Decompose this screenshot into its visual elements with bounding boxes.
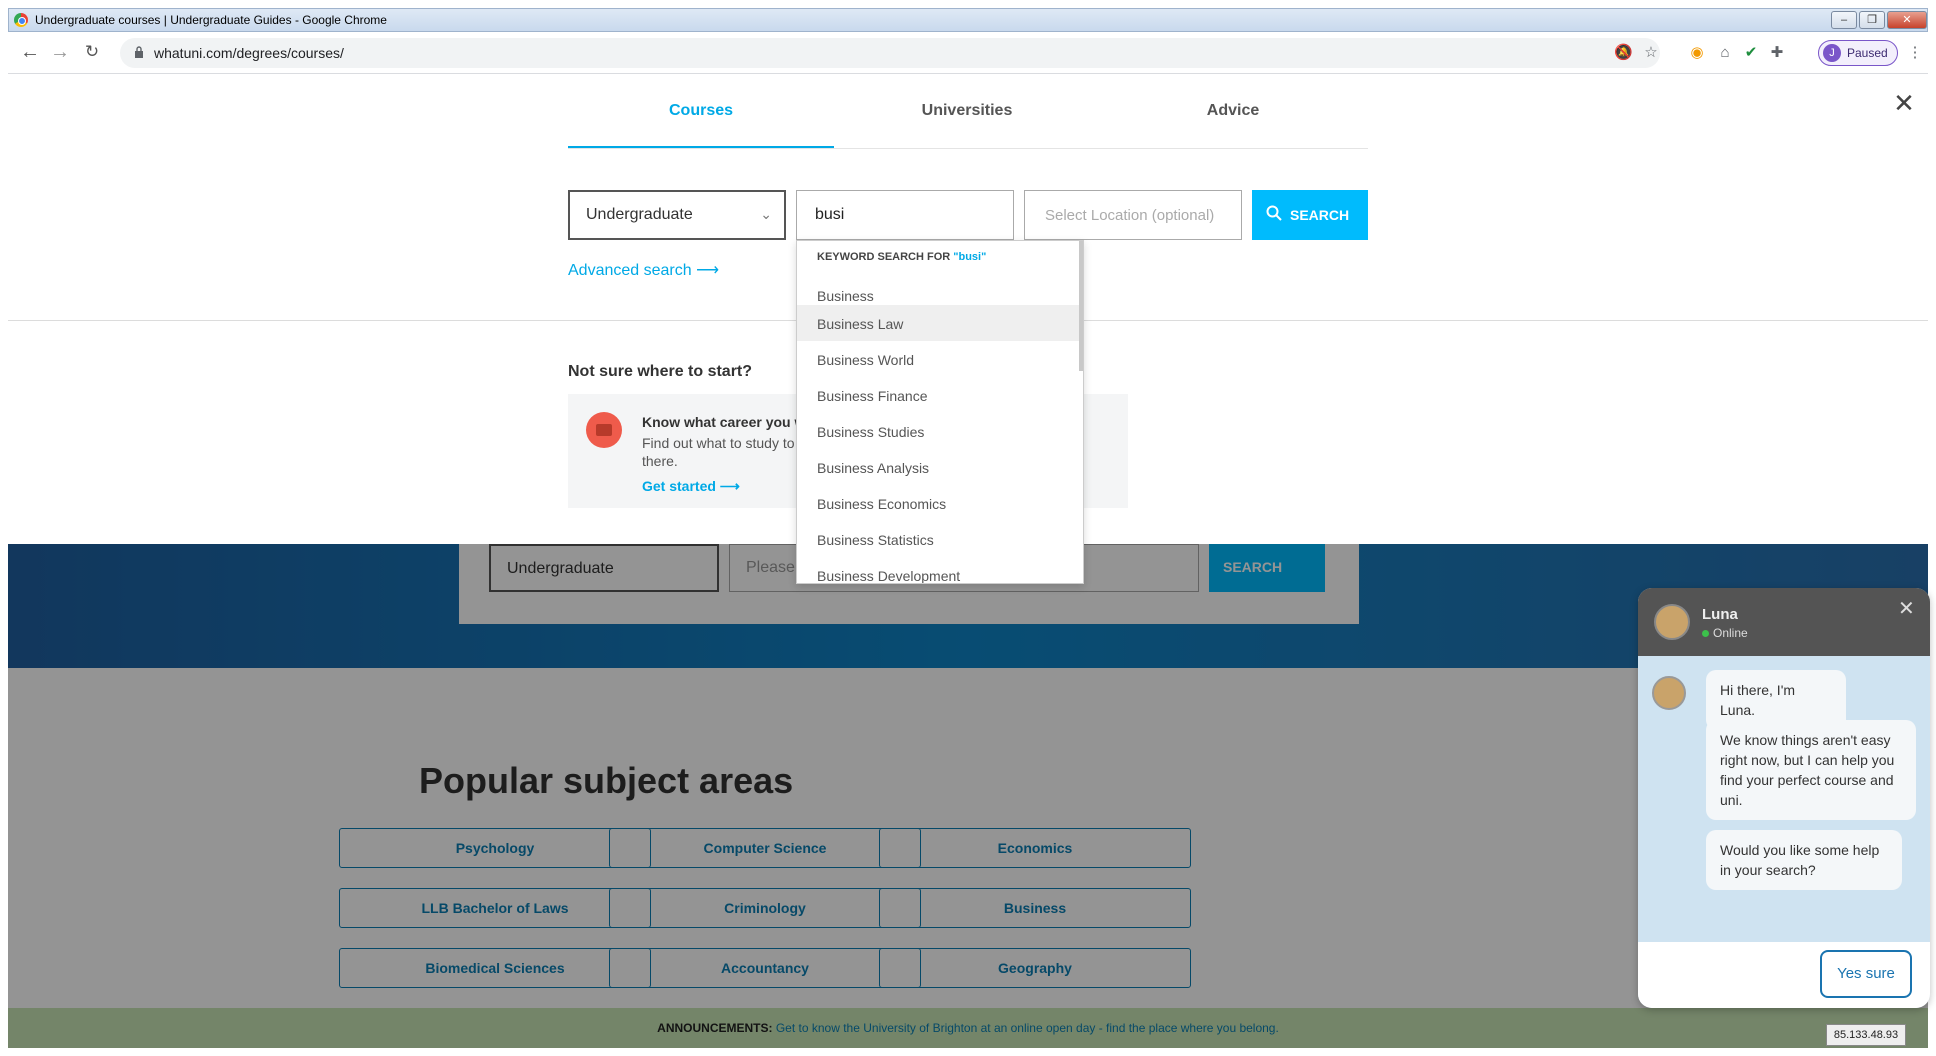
chat-status-text: Online — [1713, 626, 1748, 640]
window-close-icon[interactable]: ✕ — [1887, 11, 1927, 29]
minimize-icon[interactable]: – — [1831, 11, 1857, 29]
close-overlay-icon[interactable]: ✕ — [1892, 90, 1916, 116]
qualification-select[interactable]: Undergraduate ⌄ — [568, 190, 786, 240]
header-prefix: KEYWORD SEARCH FOR — [817, 251, 954, 263]
menu-kebab-icon[interactable]: ⋮ — [1906, 44, 1924, 62]
not-sure-heading: Not sure where to start? — [568, 363, 753, 380]
profile-status: Paused — [1847, 46, 1888, 60]
arrow-right-icon: ⟶ — [696, 262, 720, 279]
bot-message-avatar-icon — [1652, 676, 1686, 710]
chat-message: We know things aren't easy right now, bu… — [1706, 720, 1916, 820]
suggestion-item[interactable]: Business Statistics — [797, 521, 1081, 557]
tab-label: Courses — [668, 102, 734, 119]
tab-label: Advice — [1206, 102, 1260, 119]
profile-avatar: J — [1823, 44, 1841, 62]
url-text: whatuni.com/degrees/courses/ — [154, 45, 344, 61]
browser-toolbar: ← → ↻ whatuni.com/degrees/courses/ 🔕 ☆ ◉… — [8, 32, 1928, 74]
profile-button[interactable]: J Paused — [1818, 40, 1898, 66]
tab-courses[interactable]: Courses — [568, 102, 834, 148]
window-titlebar: Undergraduate courses | Undergraduate Gu… — [8, 8, 1928, 32]
chrome-favicon-icon — [14, 13, 28, 27]
get-started-link[interactable]: Get started ⟶ — [642, 478, 740, 495]
address-bar[interactable]: whatuni.com/degrees/courses/ — [120, 38, 1660, 68]
career-card-heading: Know what career you w — [642, 414, 806, 430]
chat-bot-name: Luna — [1702, 606, 1738, 623]
search-icon — [1266, 205, 1282, 221]
briefcase-icon — [586, 412, 622, 448]
extension-chrome-icon[interactable]: ◉ — [1688, 44, 1706, 62]
get-started-label: Get started — [642, 478, 716, 494]
suggestion-item[interactable]: Business Law — [797, 305, 1081, 341]
chat-status: Online — [1702, 626, 1748, 640]
career-card-text: Find out what to study to there. — [642, 435, 795, 469]
keyword-input[interactable]: busi — [796, 190, 1014, 240]
location-input[interactable]: Select Location (optional) — [1024, 190, 1242, 240]
tab-advice[interactable]: Advice — [1100, 102, 1366, 148]
extensions-puzzle-icon[interactable]: ✚ — [1768, 44, 1786, 62]
tabs-divider — [568, 148, 1368, 149]
reload-icon[interactable]: ↻ — [80, 41, 104, 65]
suggestion-item[interactable]: Business Finance — [797, 377, 1081, 413]
suggestion-item[interactable]: Business Studies — [797, 413, 1081, 449]
window-title: Undergraduate courses | Undergraduate Gu… — [35, 13, 387, 27]
notifications-blocked-icon[interactable]: 🔕 — [1614, 44, 1633, 62]
yes-sure-button[interactable]: Yes sure — [1820, 950, 1912, 998]
chat-footer: Yes sure — [1638, 942, 1930, 1008]
tab-label: Universities — [921, 102, 1013, 119]
suggestion-item[interactable]: Business World — [797, 341, 1081, 377]
search-button[interactable]: SEARCH — [1252, 190, 1368, 240]
suggestion-item[interactable]: Business Analysis — [797, 449, 1081, 485]
tab-universities[interactable]: Universities — [834, 102, 1100, 148]
chat-header: Luna Online ✕ — [1638, 588, 1930, 656]
online-dot-icon — [1702, 630, 1709, 637]
suggestion-item[interactable]: Business Development — [797, 557, 1081, 583]
keyword-search-header: KEYWORD SEARCH FOR "busi" — [817, 251, 986, 263]
extension-tag-icon[interactable]: ⌂ — [1716, 44, 1734, 62]
qualification-value: Undergraduate — [586, 206, 693, 223]
search-button-label: SEARCH — [1290, 207, 1350, 223]
extension-check-icon[interactable]: ✔ — [1742, 44, 1760, 62]
forward-icon[interactable]: → — [48, 41, 72, 65]
ip-address-badge: 85.133.48.93 — [1826, 1024, 1906, 1046]
restore-icon[interactable]: ❐ — [1859, 11, 1885, 29]
chat-widget: Luna Online ✕ Hi there, I'm Luna. We kno… — [1638, 588, 1930, 1008]
bot-avatar-icon — [1654, 604, 1690, 640]
keyword-suggestions-dropdown: KEYWORD SEARCH FOR "busi" Business Busin… — [796, 240, 1084, 584]
dropdown-scrollbar[interactable] — [1079, 241, 1083, 371]
bookmark-star-icon[interactable]: ☆ — [1642, 44, 1660, 62]
advanced-search-link[interactable]: Advanced search ⟶ — [568, 260, 719, 280]
chat-close-icon[interactable]: ✕ — [1898, 596, 1915, 621]
lock-icon — [135, 46, 143, 58]
header-term: "busi" — [953, 251, 987, 263]
chat-message: Would you like some help in your search? — [1706, 830, 1902, 890]
advanced-search-label: Advanced search — [568, 262, 692, 279]
back-icon[interactable]: ← — [18, 41, 42, 65]
suggestion-item[interactable]: Business Economics — [797, 485, 1081, 521]
chevron-down-icon: ⌄ — [760, 206, 772, 222]
